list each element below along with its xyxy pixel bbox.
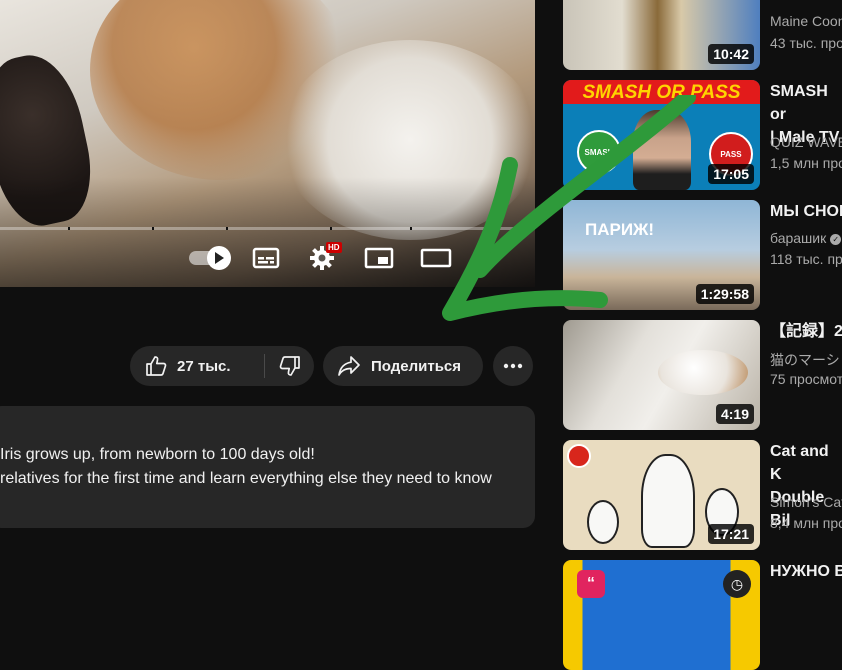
share-content: Поделиться — [323, 355, 461, 377]
thumbnail-cartoon-cat — [641, 454, 695, 548]
video-thumbnail[interactable]: 17:21 — [563, 440, 760, 550]
duration-badge: 17:21 — [708, 524, 754, 544]
duration-badge: 10:42 — [708, 44, 754, 64]
thumbnail-banner-text: SMASH OR PASS — [582, 82, 741, 103]
miniplayer-button[interactable] — [362, 243, 396, 273]
thumbnail-cat — [658, 350, 748, 395]
more-dots-icon — [503, 363, 523, 369]
video-title[interactable]: НУЖНО В — [770, 560, 842, 583]
autoplay-toggle[interactable] — [185, 243, 231, 273]
thumbnail-text: ПАРИЖ! — [585, 220, 655, 239]
progress-bar[interactable] — [0, 227, 520, 230]
chapter-marker — [330, 227, 332, 230]
channel-name[interactable]: 猫のマーシ — [770, 350, 840, 370]
subtitles-button[interactable] — [250, 243, 282, 273]
video-meta: 118 тыс. прос — [770, 251, 842, 267]
video-title[interactable]: 【記録】2 — [770, 320, 842, 343]
more-actions-button[interactable] — [493, 346, 533, 386]
share-arrow-icon — [338, 356, 360, 376]
duration-badge: 4:19 — [715, 404, 754, 424]
video-meta: 8,4 млн прос — [770, 515, 842, 531]
clock-icon: ◷ — [723, 570, 751, 598]
dislike-button[interactable] — [265, 346, 314, 386]
channel-name: барашик — [770, 230, 827, 246]
video-thumbnail[interactable]: ПАРИЖ! 1:29:58 — [563, 200, 760, 310]
chapter-marker — [410, 227, 412, 230]
duration-badge: 17:05 — [708, 164, 754, 184]
quote-icon: “ — [577, 570, 605, 598]
theater-mode-icon — [420, 248, 452, 268]
settings-button[interactable]: HD — [306, 242, 342, 273]
channel-name[interactable]: QUIZ WAVE — [770, 134, 842, 150]
recommended-video[interactable]: ПАРИЖ! 1:29:58 МЫ СНОВ барашик✓ 118 тыс.… — [563, 200, 842, 310]
recommended-video[interactable]: “ ◷ НУЖНО В — [563, 560, 842, 670]
description-line: Iris grows up, from newborn to 100 days … — [0, 446, 315, 463]
video-title[interactable]: МЫ СНОВ — [770, 200, 842, 223]
chapter-marker — [68, 227, 70, 230]
subtitles-icon — [252, 247, 280, 269]
recommended-video[interactable]: 10:42 Maine Coon 43 тыс. прос — [563, 0, 842, 70]
thumbs-down-icon — [279, 356, 300, 376]
channel-name[interactable]: Simon's Cat — [770, 494, 842, 510]
miniplayer-icon — [364, 247, 394, 269]
video-meta: 75 просмот — [770, 371, 842, 387]
autoplay-toggle-track — [189, 246, 231, 270]
chapter-marker — [226, 227, 228, 230]
recommended-video[interactable]: 4:19 【記録】2 猫のマーシ 75 просмот — [563, 320, 842, 430]
share-button[interactable]: Поделиться — [323, 346, 483, 386]
verified-check-icon: ✓ — [830, 233, 842, 245]
theater-mode-button[interactable] — [418, 243, 454, 273]
thumbnail-cartoon-cat — [587, 500, 619, 544]
video-thumbnail[interactable]: 4:19 — [563, 320, 760, 430]
like-count: 27 тыс. — [177, 357, 231, 375]
video-thumbnail[interactable]: “ ◷ — [563, 560, 760, 670]
autoplay-toggle-icon — [207, 246, 231, 270]
video-thumbnail[interactable]: 10:42 — [563, 0, 760, 70]
video-meta: 43 тыс. прос — [770, 35, 842, 51]
recommended-video[interactable]: SMASH OR PASS SMASH PASS 17:05 SMASH or … — [563, 80, 842, 190]
hd-badge: HD — [326, 242, 342, 253]
duration-badge: 1:29:58 — [695, 284, 754, 304]
channel-name[interactable]: Maine Coon — [770, 13, 842, 29]
description-line: relatives for the first time and learn e… — [0, 470, 492, 487]
video-player[interactable]: HD — [0, 0, 535, 287]
recommended-video[interactable]: 17:21 Cat and K Double Bil Simon's Cat 8… — [563, 440, 842, 550]
like-dislike-group: 27 тыс. — [130, 346, 314, 386]
video-description[interactable]: Iris grows up, from newborn to 100 days … — [0, 406, 535, 528]
channel-row[interactable]: барашик ✓ — [770, 230, 842, 246]
chapter-marker — [152, 227, 154, 230]
smash-badge: SMASH — [577, 130, 621, 174]
thumbnail-person — [633, 110, 691, 190]
share-label: Поделиться — [371, 357, 462, 375]
thumbs-up-icon — [146, 356, 167, 376]
video-meta: 1,5 млн прос — [770, 155, 842, 171]
recommendations-sidebar: 10:42 Maine Coon 43 тыс. прос SMASH OR P… — [563, 0, 842, 670]
channel-logo-badge — [567, 444, 591, 468]
like-button[interactable]: 27 тыс. — [130, 346, 264, 386]
video-thumbnail[interactable]: SMASH OR PASS SMASH PASS 17:05 — [563, 80, 760, 190]
